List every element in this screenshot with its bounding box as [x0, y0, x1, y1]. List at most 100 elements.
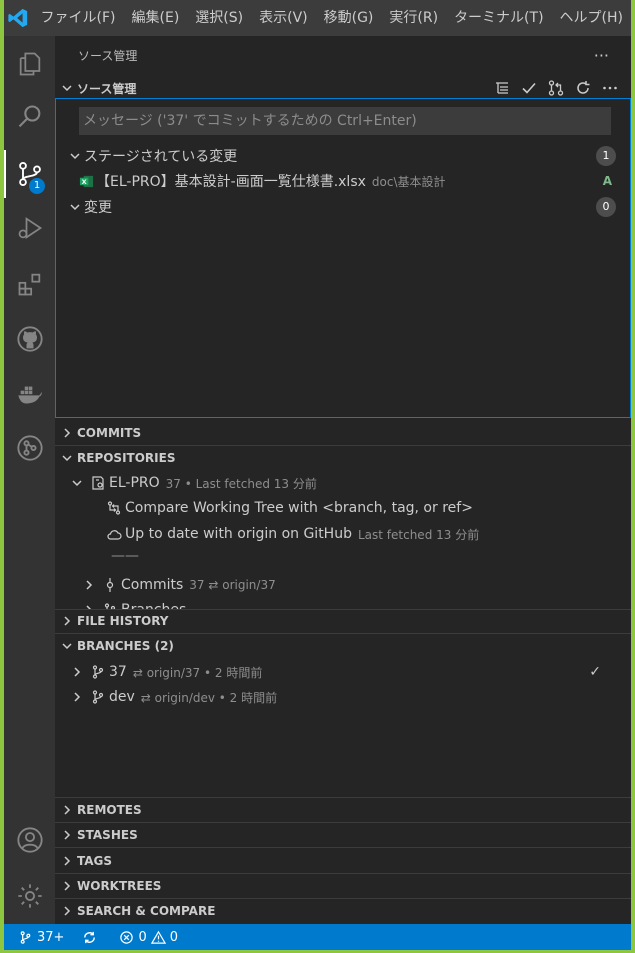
- scm-section-title: ソース管理: [77, 81, 137, 96]
- menu-terminal[interactable]: ターミナル(T): [446, 0, 551, 36]
- sync-icon: [82, 930, 97, 945]
- git-branch-icon: [18, 930, 33, 945]
- branch-name: 37: [109, 664, 127, 680]
- view-as-tree-icon[interactable]: [493, 79, 511, 97]
- chevron-right-icon: [55, 427, 77, 439]
- repo-divider: ——: [111, 548, 139, 564]
- stashes-section-title: STASHES: [77, 828, 138, 842]
- divider: [55, 633, 631, 634]
- chevron-down-icon: [71, 477, 87, 489]
- extensions-icon[interactable]: [4, 260, 55, 308]
- menu-run[interactable]: 実行(R): [381, 0, 446, 36]
- chevron-right-icon: [71, 666, 87, 678]
- repositories-section-title: REPOSITORIES: [77, 451, 176, 465]
- branches-section-header[interactable]: BRANCHES (2): [55, 635, 631, 657]
- gitlens-icon[interactable]: [4, 424, 55, 472]
- remotes-section-header[interactable]: REMOTES: [55, 799, 631, 821]
- repo-icon: [87, 475, 109, 491]
- compare-icon: [103, 500, 125, 516]
- branches-section-title: BRANCHES (2): [77, 639, 174, 653]
- docker-icon[interactable]: [4, 369, 55, 417]
- repo-name: EL-PRO: [109, 475, 160, 491]
- search-icon[interactable]: [4, 93, 55, 141]
- file-history-section-header[interactable]: FILE HISTORY: [55, 610, 631, 632]
- divider: [55, 822, 631, 823]
- problems-status-item[interactable]: 0 0: [119, 930, 178, 945]
- divider: [55, 873, 631, 874]
- staged-file-row[interactable]: X 【EL-PRO】基本設計-画面一覧仕様書.xlsx doc\基本設計 A: [76, 169, 630, 193]
- staged-changes-label: ステージされている変更: [84, 149, 238, 165]
- branch-row[interactable]: dev ⇄ origin/dev • 2 時間前: [71, 685, 277, 709]
- changes-label: 変更: [84, 200, 112, 216]
- cloud-icon: [103, 526, 125, 542]
- uptodate-meta: Last fetched 13 分前: [357, 527, 480, 542]
- commits-section-title: COMMITS: [77, 426, 142, 440]
- menu-help[interactable]: ヘルプ(H): [552, 0, 631, 36]
- source-control-icon[interactable]: 1: [4, 150, 55, 198]
- sync-button[interactable]: [82, 930, 97, 945]
- scm-section-header[interactable]: ソース管理: [55, 77, 631, 99]
- worktrees-section-header[interactable]: WORKTREES: [55, 875, 631, 897]
- remotes-section-title: REMOTES: [77, 803, 142, 817]
- chevron-down-icon: [55, 640, 77, 652]
- menu-view[interactable]: 表示(V): [251, 0, 316, 36]
- stashes-section-header[interactable]: STASHES: [55, 824, 631, 846]
- sidebar-title: ソース管理: [78, 48, 138, 63]
- menu-selection[interactable]: 選択(S): [187, 0, 251, 36]
- staged-file-path: doc\基本設計: [371, 174, 446, 189]
- uptodate-row[interactable]: Up to date with origin on GitHub Last fe…: [103, 522, 479, 546]
- scm-more-icon[interactable]: [601, 79, 619, 97]
- chevron-down-icon: [66, 150, 84, 162]
- compare-label: Compare Working Tree with <branch, tag, …: [125, 500, 473, 516]
- sidebar-more-icon[interactable]: ···: [594, 46, 631, 65]
- chevron-right-icon: [55, 905, 77, 917]
- explorer-icon[interactable]: [4, 40, 55, 88]
- menu-bar: ファイル(F) 編集(E) 選択(S) 表示(V) 移動(G) 実行(R) ター…: [4, 0, 631, 36]
- chevron-right-icon: [71, 691, 87, 703]
- commits-section-header[interactable]: COMMITS: [55, 422, 631, 444]
- branch-meta: ⇄ origin/37 • 2 時間前: [132, 665, 263, 680]
- menu-edit[interactable]: 編集(E): [124, 0, 188, 36]
- git-branch-icon: [87, 689, 109, 705]
- git-commit-icon: [99, 577, 121, 593]
- uptodate-label: Up to date with origin on GitHub: [125, 526, 352, 542]
- chevron-right-icon: [55, 829, 77, 841]
- commit-message-input[interactable]: メッセージ ('37' でコミットするための Ctrl+Enter): [79, 107, 611, 135]
- branch-status-item[interactable]: 37+: [18, 930, 64, 945]
- search-compare-section-header[interactable]: SEARCH & COMPARE: [55, 900, 631, 922]
- commit-check-icon[interactable]: [520, 79, 538, 97]
- commits-node-row[interactable]: Commits 37 ⇄ origin/37: [83, 573, 276, 597]
- commits-node-meta: 37 ⇄ origin/37: [189, 578, 276, 592]
- compare-working-tree-row[interactable]: Compare Working Tree with <branch, tag, …: [103, 496, 473, 520]
- chevron-down-icon: [55, 82, 77, 94]
- repositories-section-header[interactable]: REPOSITORIES: [55, 447, 631, 469]
- repo-row[interactable]: EL-PRO 37 • Last fetched 13 分前: [71, 471, 317, 495]
- settings-gear-icon[interactable]: [4, 872, 55, 920]
- chevron-down-icon: [55, 452, 77, 464]
- chevron-right-icon: [55, 804, 77, 816]
- pull-request-icon[interactable]: [547, 79, 565, 97]
- chevron-right-icon: [55, 615, 77, 627]
- branch-row[interactable]: 37 ⇄ origin/37 • 2 時間前 ✓: [71, 660, 631, 684]
- accounts-icon[interactable]: [4, 816, 55, 864]
- warning-count: 0: [169, 929, 178, 945]
- branch-meta: ⇄ origin/dev • 2 時間前: [140, 690, 278, 705]
- changes-count-badge: 0: [596, 197, 616, 217]
- run-debug-icon[interactable]: [4, 204, 55, 252]
- vscode-logo-icon: [4, 0, 33, 36]
- changes-group[interactable]: 変更 0: [66, 195, 631, 219]
- warning-icon: [150, 930, 166, 945]
- scm-pane: メッセージ ('37' でコミットするための Ctrl+Enter) ステージさ…: [55, 98, 631, 418]
- status-bar: 37+ 0 0: [4, 924, 631, 950]
- github-icon[interactable]: [4, 315, 55, 363]
- refresh-icon[interactable]: [574, 79, 592, 97]
- divider: [55, 847, 631, 848]
- chevron-right-icon: [55, 880, 77, 892]
- vscode-window: ファイル(F) 編集(E) 選択(S) 表示(V) 移動(G) 実行(R) ター…: [4, 0, 631, 950]
- menu-file[interactable]: ファイル(F): [33, 0, 124, 36]
- branch-name: dev: [109, 689, 135, 705]
- activity-bar: 1: [4, 36, 55, 924]
- menu-go[interactable]: 移動(G): [316, 0, 382, 36]
- tags-section-header[interactable]: TAGS: [55, 850, 631, 872]
- staged-changes-group[interactable]: ステージされている変更 1: [66, 144, 631, 168]
